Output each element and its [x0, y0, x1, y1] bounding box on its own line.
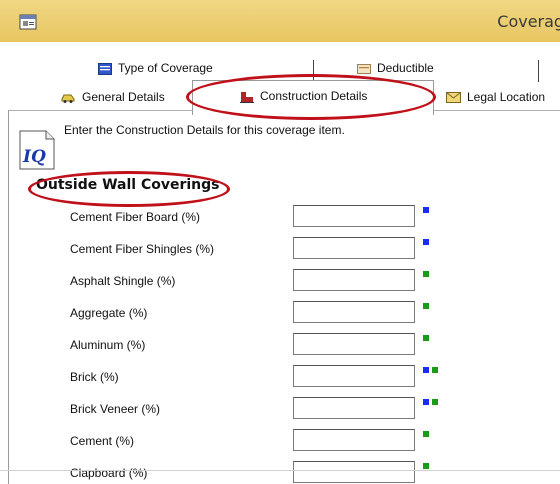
tab-label: General Details — [82, 90, 165, 104]
tab-label: Legal Location — [467, 90, 546, 104]
deductible-icon — [357, 63, 371, 74]
field-label: Cement (%) — [70, 434, 135, 448]
field-label: Aggregate (%) — [70, 306, 148, 320]
green-indicator-icon — [432, 399, 438, 405]
field-label: Brick Veneer (%) — [70, 402, 161, 416]
coverage-item-window: Coverage It Type of Coverage Deductible … — [0, 0, 560, 484]
page-description: Enter the Construction Details for this … — [64, 123, 345, 137]
field-label: Aluminum (%) — [70, 338, 146, 352]
envelope-icon — [446, 92, 461, 104]
tab-type-of-coverage[interactable]: Type of Coverage — [98, 61, 213, 75]
tab-legal-location[interactable]: Legal Location — [446, 90, 545, 104]
percent-input[interactable] — [293, 397, 415, 419]
green-indicator-icon — [423, 303, 429, 309]
tab-label: Type of Coverage — [118, 61, 213, 75]
logo-text: IQ — [22, 147, 46, 167]
blue-indicator-icon — [423, 207, 429, 213]
field-label: Brick (%) — [70, 370, 119, 384]
field-label: Clapboard (%) — [70, 466, 148, 480]
blue-indicator-icon — [423, 367, 429, 373]
title-bar: Coverage It — [0, 0, 560, 42]
percent-input[interactable] — [293, 429, 415, 451]
green-indicator-icon — [423, 271, 429, 277]
coverage-icon — [98, 62, 112, 75]
tab-label: Deductible — [377, 61, 434, 75]
divider — [0, 470, 560, 471]
tab-deductible[interactable]: Deductible — [357, 61, 434, 75]
tab-divider — [538, 60, 539, 82]
percent-input[interactable] — [293, 333, 415, 355]
highlight-oval-section — [28, 171, 230, 207]
tab-general-details[interactable]: General Details — [60, 90, 165, 104]
green-indicator-icon — [423, 335, 429, 341]
highlight-oval-tab — [186, 74, 436, 120]
field-label: Cement Fiber Board (%) — [70, 210, 201, 224]
field-label: Cement Fiber Shingles (%) — [70, 242, 215, 256]
percent-input[interactable] — [293, 365, 415, 387]
percent-input[interactable] — [293, 237, 415, 259]
percent-input[interactable] — [293, 205, 415, 227]
iq-logo-icon: IQ — [19, 130, 55, 170]
field-label: Asphalt Shingle (%) — [70, 274, 176, 288]
tab-page — [8, 110, 560, 484]
percent-input[interactable] — [293, 301, 415, 323]
green-indicator-icon — [432, 367, 438, 373]
green-indicator-icon — [423, 463, 429, 469]
percent-input[interactable] — [293, 269, 415, 291]
green-indicator-icon — [423, 431, 429, 437]
car-icon — [61, 94, 75, 103]
blue-indicator-icon — [423, 399, 429, 405]
window-title: Coverage It — [497, 12, 560, 31]
percent-input[interactable] — [293, 461, 415, 483]
blue-indicator-icon — [423, 239, 429, 245]
